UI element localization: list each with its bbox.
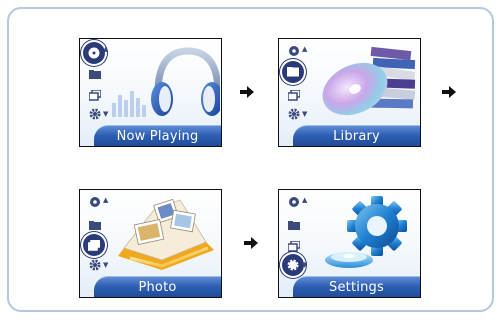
library-icon bbox=[282, 61, 304, 83]
library-icon bbox=[87, 218, 103, 234]
photo-icon bbox=[83, 234, 105, 256]
screen-settings: ▲ ▼ Settings bbox=[278, 189, 421, 298]
caret-up-icon: ▲ bbox=[302, 196, 308, 204]
headphones-icon bbox=[112, 47, 220, 117]
now-playing-icon bbox=[286, 43, 302, 59]
caret-up-icon: ▲ bbox=[103, 45, 109, 53]
screen-now-playing: ▲ ▼ Now Playing bbox=[79, 38, 222, 147]
settings-icon bbox=[286, 106, 302, 122]
photo-icon bbox=[87, 87, 103, 103]
library-icon bbox=[286, 218, 302, 234]
photo-album-icon bbox=[118, 198, 214, 270]
cd-stack-icon bbox=[322, 46, 416, 116]
library-icon bbox=[87, 67, 103, 83]
arrow-right-icon bbox=[244, 237, 258, 249]
screen-library: ▲ ▼ Library bbox=[278, 38, 421, 147]
arrow-right-icon bbox=[240, 86, 254, 98]
screen-photo: ▲ ▼ Photo bbox=[79, 189, 222, 298]
settings-icon bbox=[87, 257, 103, 273]
settings-icon bbox=[282, 254, 304, 276]
screen-label: Now Playing bbox=[116, 129, 199, 144]
now-playing-icon bbox=[87, 194, 103, 210]
now-playing-icon bbox=[286, 194, 302, 210]
gear-icon bbox=[325, 196, 407, 268]
caret-down-icon: ▼ bbox=[302, 110, 308, 118]
caret-up-icon: ▲ bbox=[302, 45, 308, 53]
screen-label: Settings bbox=[329, 280, 384, 295]
settings-icon bbox=[87, 106, 103, 122]
caret-up-icon: ▲ bbox=[103, 196, 109, 204]
arrow-right-icon bbox=[442, 86, 456, 98]
photo-icon bbox=[286, 87, 302, 103]
screen-label: Photo bbox=[138, 280, 177, 295]
caret-down-icon: ▼ bbox=[103, 110, 109, 118]
screen-label: Library bbox=[333, 129, 380, 144]
photo-icon bbox=[286, 238, 302, 254]
now-playing-icon bbox=[83, 42, 105, 64]
caret-down-icon: ▼ bbox=[302, 261, 308, 269]
caret-down-icon: ▼ bbox=[103, 261, 109, 269]
